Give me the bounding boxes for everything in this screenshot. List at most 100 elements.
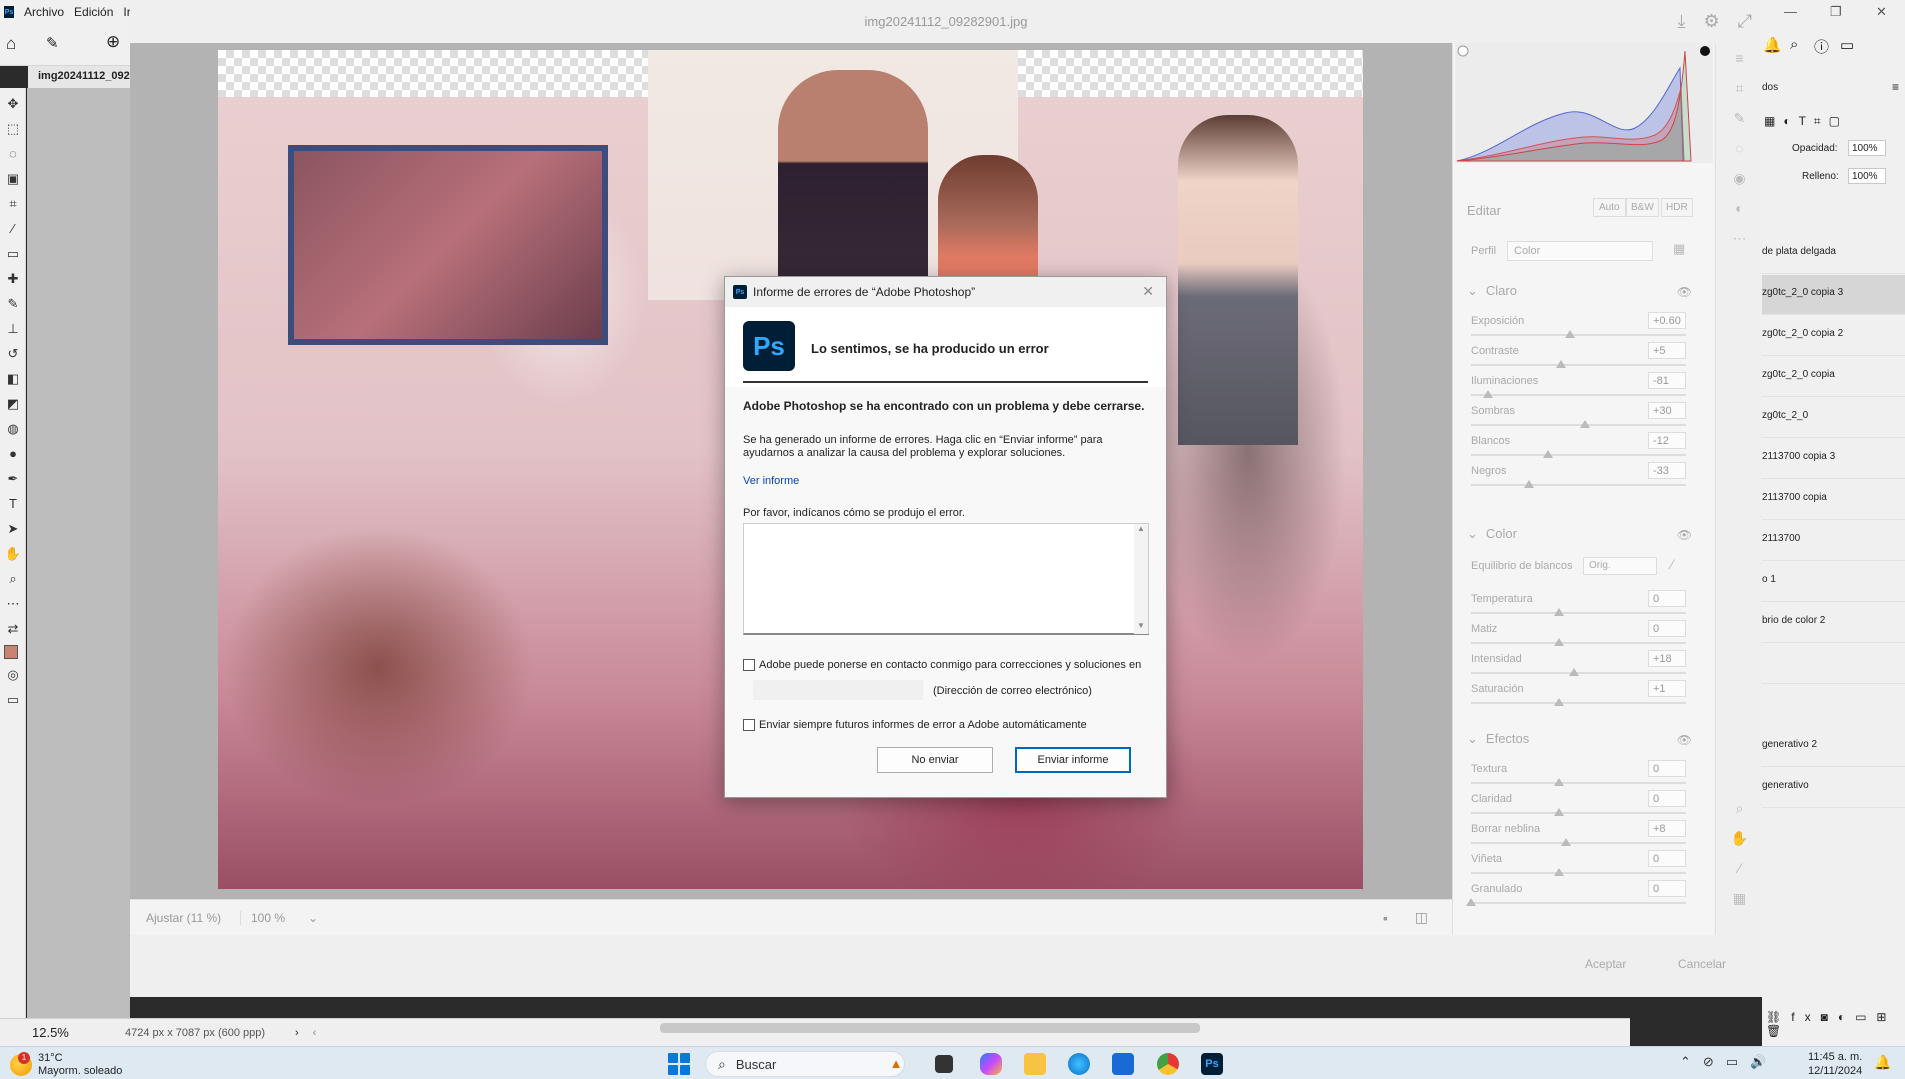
slider-thumb[interactable] (1564, 330, 1575, 338)
traffic-cone-icon[interactable]: ▲ (885, 1053, 907, 1075)
layer-row[interactable]: brio de color 2 (1762, 603, 1905, 643)
zoom-level[interactable]: 12.5% (0, 1025, 125, 1040)
slider-negros[interactable]: Negros -33 (1453, 462, 1703, 495)
copilot-icon[interactable] (980, 1053, 1002, 1075)
stamp-tool-icon[interactable]: ⊥ (4, 320, 22, 338)
layer-row[interactable]: zg0tc_2_0 copia 2 (1762, 316, 1905, 356)
screen-mode-icon[interactable]: ▭ (4, 691, 22, 709)
slider-thumb[interactable] (1554, 808, 1565, 816)
layer-row[interactable]: generativo 2 (1762, 727, 1905, 767)
cancel-button[interactable]: Cancelar (1678, 957, 1726, 971)
move-tool-icon[interactable]: ✥ (4, 95, 22, 113)
zoom-tool-icon[interactable]: ⌕ (4, 570, 22, 588)
layer-row[interactable] (1762, 644, 1905, 684)
close-window-icon[interactable]: ✕ (1876, 4, 1887, 20)
layer-row[interactable]: de plata delgada (1762, 234, 1905, 274)
volume-icon[interactable]: 🔊 (1750, 1054, 1766, 1070)
chrome-icon[interactable] (1157, 1053, 1179, 1075)
slider-borrar-neblina[interactable]: Borrar neblina +8 (1453, 820, 1703, 853)
chevron-up-icon[interactable]: ⌃ (1680, 1054, 1691, 1070)
remove-tool-icon[interactable]: ✎ (1716, 103, 1763, 133)
chevron-right-icon[interactable]: › (295, 1027, 299, 1039)
slider-track[interactable] (1471, 424, 1686, 426)
send-report-button[interactable]: Enviar informe (1015, 747, 1131, 773)
notification-icon[interactable]: 🔔 (1874, 1054, 1891, 1071)
slider-thumb[interactable] (1466, 898, 1476, 906)
fullscreen-icon[interactable]: ⤢ (1738, 0, 1752, 43)
contact-checkbox-row[interactable]: Adobe puede ponerse en contacto conmigo … (743, 659, 1141, 671)
foreground-color-swatch[interactable] (4, 645, 18, 659)
hdr-button[interactable]: HDR (1661, 198, 1693, 217)
workspace-icon[interactable]: ▭ (1840, 36, 1854, 54)
mask-icon[interactable]: ◌ (1716, 133, 1763, 163)
layer-row[interactable]: zg0tc_2_0 copia 3 (1762, 275, 1905, 315)
profile-browser-icon[interactable]: ▦ (1673, 241, 1685, 257)
layer-row[interactable]: 2113700 copia (1762, 480, 1905, 520)
textarea-scrollbar[interactable]: ▲ ▼ (1134, 524, 1148, 634)
weather-widget[interactable]: 1 31°C Mayorm. soleado (10, 1052, 122, 1078)
eye-icon[interactable]: 👁 (1677, 733, 1692, 747)
eyedropper-tool-icon[interactable]: ⁄ (4, 220, 22, 238)
slider-track[interactable] (1471, 642, 1686, 644)
slider-intensidad[interactable]: Intensidad +18 (1453, 650, 1703, 683)
crop-icon[interactable]: ⌗ (1716, 73, 1763, 103)
slider-thumb[interactable] (1579, 420, 1590, 428)
restore-icon[interactable]: ❐ (1830, 4, 1842, 20)
fill-field[interactable]: 100% (1848, 168, 1886, 184)
slider-iluminaciones[interactable]: Iluminaciones -81 (1453, 372, 1703, 405)
path-select-tool-icon[interactable]: ➤ (4, 520, 22, 538)
slider-granulado[interactable]: Granulado 0 (1453, 880, 1703, 913)
sampler-icon[interactable]: ⁄ (1716, 853, 1763, 883)
slider-value-field[interactable]: 0 (1648, 760, 1686, 777)
slider-value-field[interactable]: +0.60 (1648, 312, 1686, 329)
lasso-tool-icon[interactable]: ◌ (4, 145, 22, 163)
slider-track[interactable] (1471, 364, 1686, 366)
slider-value-field[interactable]: +5 (1648, 342, 1686, 359)
hand-icon[interactable]: ✋ (1716, 823, 1763, 853)
history-brush-tool-icon[interactable]: ↺ (4, 345, 22, 363)
edge-icon[interactable] (1068, 1053, 1090, 1075)
profile-select[interactable]: Color (1507, 241, 1653, 261)
slider-value-field[interactable]: -81 (1648, 372, 1686, 389)
start-button[interactable] (668, 1053, 690, 1075)
slider-track[interactable] (1471, 454, 1686, 456)
eye-icon[interactable]: 👁 (1677, 528, 1692, 542)
single-view-icon[interactable]: ▪ (1383, 910, 1388, 926)
slider-track[interactable] (1471, 334, 1686, 336)
section-light[interactable]: ⌄ Claro (1467, 283, 1517, 299)
chevron-left-icon[interactable]: ‹ (313, 1027, 317, 1039)
slider-blancos[interactable]: Blancos -12 (1453, 432, 1703, 465)
section-color[interactable]: ⌄ Color (1467, 526, 1517, 542)
slider-value-field[interactable]: 0 (1648, 850, 1686, 867)
zoom-icon[interactable]: ⌕ (1716, 793, 1763, 823)
photoshop-taskbar-icon[interactable]: Ps (1201, 1053, 1223, 1075)
taskbar-search[interactable]: ⌕ Buscar (705, 1051, 905, 1077)
view-report-link[interactable]: Ver informe (743, 475, 799, 487)
notifications-icon[interactable]: 🔔 (1763, 36, 1782, 54)
slider-thumb[interactable] (1554, 698, 1565, 706)
contact-checkbox[interactable] (743, 659, 755, 671)
object-select-tool-icon[interactable]: ▣ (4, 170, 22, 188)
slider-thumb[interactable] (1543, 450, 1554, 458)
type-tool-icon[interactable]: T (4, 495, 22, 513)
home-icon[interactable]: ⌂ (6, 34, 16, 54)
description-textarea[interactable]: ▲ ▼ (743, 523, 1149, 635)
layer-actions-icons[interactable]: ⛓fx◙◐▭⊞🗑 (1766, 1010, 1905, 1038)
slider-track[interactable] (1471, 842, 1686, 844)
grid-icon[interactable]: ▦ (1716, 883, 1763, 913)
edit-tool-icon[interactable]: ≡ (1716, 43, 1763, 73)
brush-preset-icon[interactable]: ✎ (46, 34, 59, 52)
slider-value-field[interactable]: +30 (1648, 402, 1686, 419)
store-icon[interactable] (1112, 1053, 1134, 1075)
document-tab[interactable]: img20241112_092 (28, 66, 135, 88)
layer-row[interactable]: 2113700 copia 3 (1762, 439, 1905, 479)
always-send-checkbox-row[interactable]: Enviar siempre futuros informes de error… (743, 719, 1087, 731)
quick-mask-icon[interactable]: ◎ (4, 666, 22, 684)
slider-temperatura[interactable]: Temperatura 0 (1453, 590, 1703, 623)
slider-track[interactable] (1471, 612, 1686, 614)
slider-value-field[interactable]: 0 (1648, 880, 1686, 897)
slider-thumb[interactable] (1554, 638, 1565, 646)
marquee-tool-icon[interactable]: ⬚ (4, 120, 22, 138)
slider-track[interactable] (1471, 394, 1686, 396)
slider-value-field[interactable]: 0 (1648, 590, 1686, 607)
